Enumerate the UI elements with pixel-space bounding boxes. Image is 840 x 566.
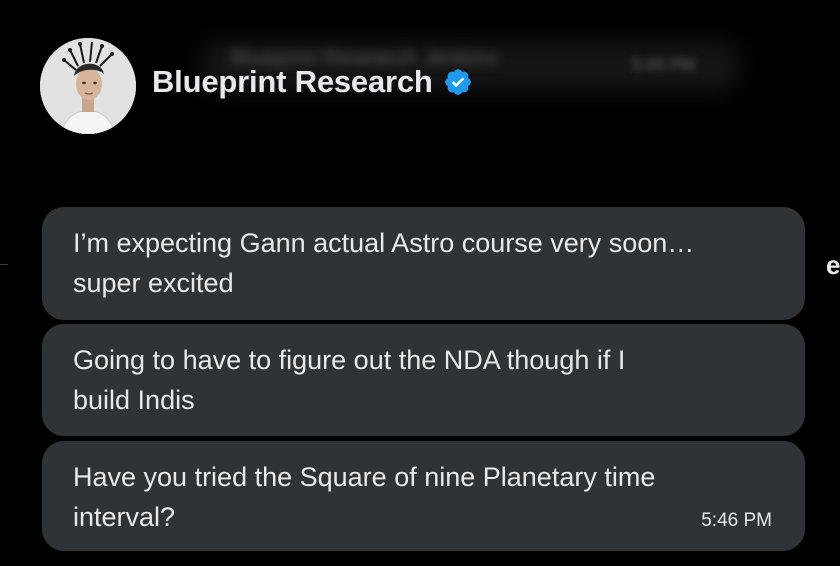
message-text-line: Going to have to figure out the NDA thou…	[73, 345, 626, 375]
display-name: Blueprint Research	[152, 64, 433, 99]
message-bubble[interactable]: Have you tried the Square of nine Planet…	[42, 441, 805, 551]
cropped-edge-glyph: e	[826, 250, 840, 280]
blurred-header-time: 5:45 PM	[632, 55, 696, 74]
message-text-line: Have you tried the Square of nine Planet…	[73, 462, 656, 492]
message-text-line: build Indis	[73, 385, 195, 415]
dm-conversation-screen: Blueprint Research Jenkins 5:45 PM Bluep…	[0, 0, 840, 566]
divider	[0, 264, 8, 265]
conversation-header[interactable]: Blueprint Research	[152, 64, 473, 100]
verified-badge-icon	[444, 69, 471, 95]
avatar[interactable]	[40, 38, 136, 134]
message-text-line: interval?	[73, 502, 176, 532]
message-timestamp: 5:46 PM	[701, 510, 772, 531]
message-bubble[interactable]: I’m expecting Gann actual Astro course v…	[42, 207, 805, 320]
message-text-line: I’m expecting Gann actual Astro course v…	[73, 228, 695, 258]
avatar-portrait-icon	[40, 38, 136, 134]
message-bubble[interactable]: Going to have to figure out the NDA thou…	[42, 324, 805, 436]
message-text-line: super excited	[73, 268, 234, 298]
